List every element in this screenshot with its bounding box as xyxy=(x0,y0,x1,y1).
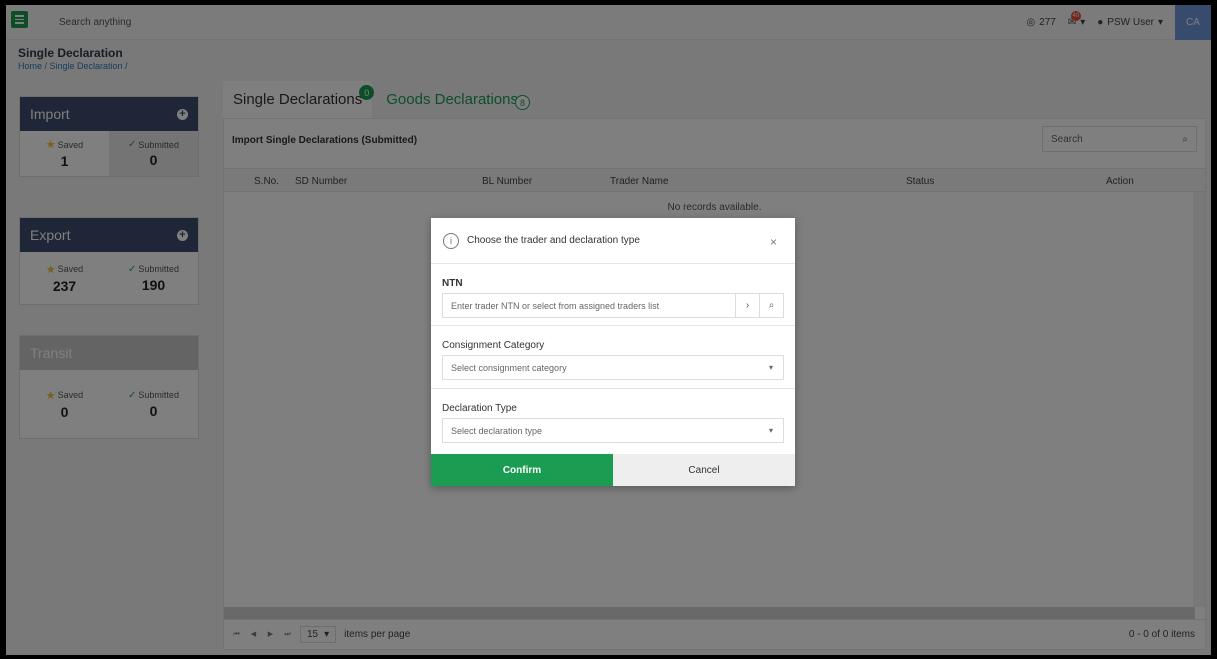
chevron-right-icon[interactable]: › xyxy=(735,293,759,318)
declaration-type-select[interactable]: Select declaration type ▾ xyxy=(442,418,784,443)
caret-down-icon: ▾ xyxy=(768,363,773,372)
modal-header: i Choose the trader and declaration type xyxy=(431,218,795,264)
ntn-section: NTN Enter trader NTN or select from assi… xyxy=(431,264,795,326)
info-icon: i xyxy=(443,232,459,249)
consignment-label: Consignment Category xyxy=(442,340,545,351)
consignment-placeholder: Select consignment category xyxy=(451,362,567,373)
consignment-select[interactable]: Select consignment category ▾ xyxy=(442,355,784,380)
trader-declaration-modal: i Choose the trader and declaration type… xyxy=(431,218,795,486)
ntn-placeholder: Enter trader NTN or select from assigned… xyxy=(451,300,660,311)
declaration-type-label: Declaration Type xyxy=(442,403,517,414)
app-frame: Search anything ◎ 277 ✉ 40 ▾ ● PSW User … xyxy=(6,5,1211,655)
close-icon[interactable]: × xyxy=(770,235,777,249)
ntn-input[interactable]: Enter trader NTN or select from assigned… xyxy=(442,293,784,318)
search-icon[interactable]: ⌕ xyxy=(759,293,783,318)
ntn-label: NTN xyxy=(442,278,463,289)
caret-down-icon: ▾ xyxy=(768,426,773,435)
confirm-button[interactable]: Confirm xyxy=(431,454,613,486)
declaration-type-section: Declaration Type Select declaration type… xyxy=(431,389,795,453)
consignment-section: Consignment Category Select consignment … xyxy=(431,326,795,389)
cancel-button[interactable]: Cancel xyxy=(613,454,795,486)
declaration-type-placeholder: Select declaration type xyxy=(451,425,543,436)
modal-title: Choose the trader and declaration type xyxy=(467,235,640,246)
modal-footer: Confirm Cancel xyxy=(431,454,795,486)
